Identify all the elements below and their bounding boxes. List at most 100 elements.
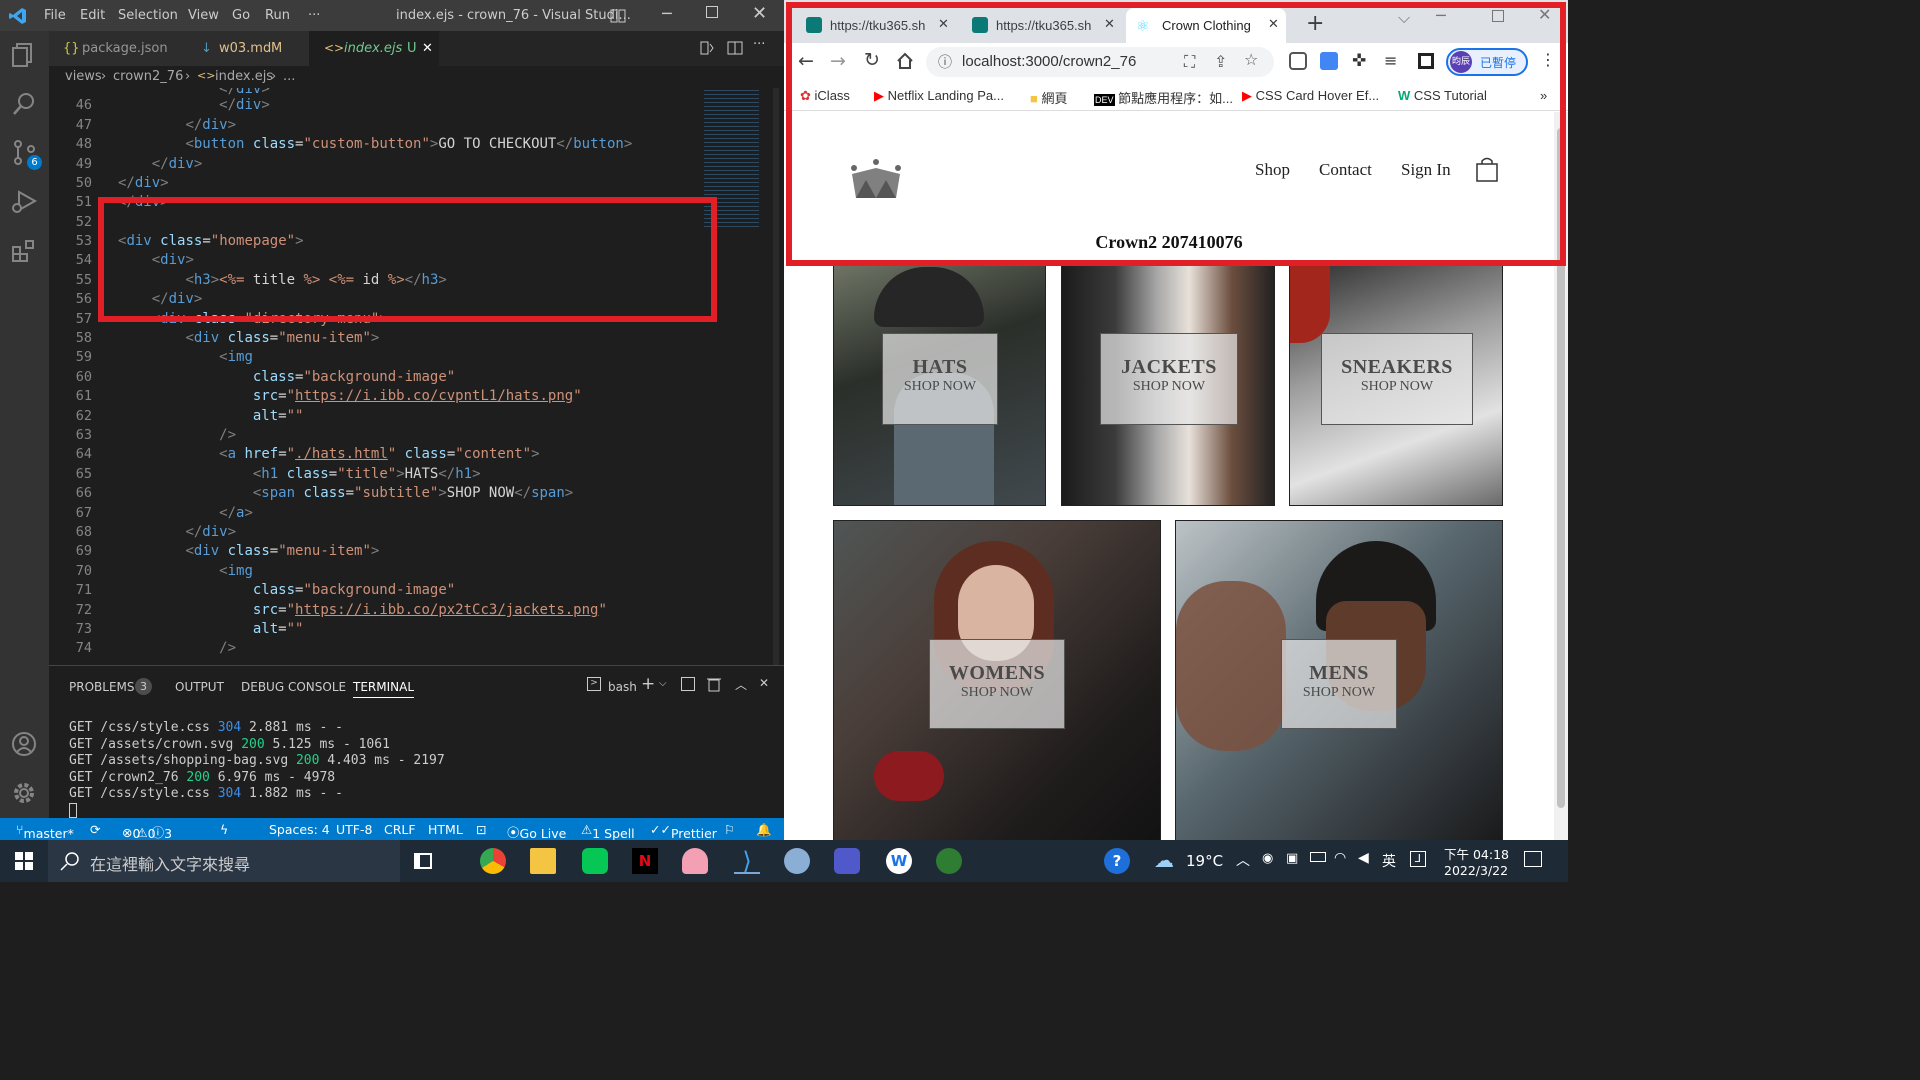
tab-terminal[interactable]: TERMINAL — [353, 680, 415, 698]
explorer-icon[interactable] — [11, 41, 38, 68]
menu-run[interactable]: Run — [265, 8, 290, 23]
clock-time[interactable]: 下午 04:18 — [1444, 844, 1509, 863]
category-tile-hats[interactable]: HATS SHOP NOW — [833, 262, 1046, 506]
notification-center-icon[interactable] — [1524, 851, 1542, 867]
prettier-status[interactable]: ✓✓ Prettier — [650, 822, 717, 841]
menu-selection[interactable]: Selection — [118, 8, 178, 23]
tab-output[interactable]: OUTPUT — [175, 680, 224, 694]
tab-w03-md[interactable]: ↓ w03.md M — [189, 31, 309, 66]
menu-file[interactable]: File — [44, 8, 66, 23]
maximize-panel-icon[interactable]: ︿ — [735, 676, 747, 693]
netflix-icon[interactable]: N — [632, 848, 658, 874]
tab-package-json[interactable]: {} package.json — [49, 31, 189, 66]
ime-mode-icon[interactable]: ⅃ — [1410, 851, 1426, 867]
eol-status[interactable]: CRLF — [384, 822, 416, 837]
tray-icon[interactable]: ▣ — [1286, 851, 1298, 866]
wifi-icon[interactable]: ◠ — [1334, 850, 1346, 866]
settings-gear-icon[interactable] — [11, 780, 38, 807]
close-window-icon[interactable]: ✕ — [752, 3, 767, 24]
trash-icon[interactable] — [707, 676, 721, 692]
menu-more[interactable]: ··· — [308, 8, 320, 23]
menu-edit[interactable]: Edit — [80, 8, 105, 23]
tray-icon[interactable]: ◉ — [1262, 851, 1273, 866]
chevron-down-icon[interactable]: ⌵ — [659, 678, 667, 689]
line-app-icon[interactable] — [582, 848, 608, 874]
category-tile-womens[interactable]: WOMENS SHOP NOW — [833, 520, 1161, 840]
app-icon[interactable] — [784, 848, 810, 874]
indent-status[interactable]: Spaces: 4 — [269, 822, 330, 837]
breadcrumb-file[interactable]: index.ejs — [215, 69, 273, 84]
go-live-button[interactable]: ⦿ Go Live — [507, 822, 566, 841]
windows-start-icon[interactable] — [15, 852, 33, 870]
vscode-taskbar-icon[interactable]: ⟩ — [734, 848, 760, 874]
split-editor-icon[interactable] — [727, 40, 743, 56]
editor-scrollbar[interactable] — [773, 88, 779, 665]
close-panel-icon[interactable]: ✕ — [759, 676, 769, 690]
app-icon[interactable] — [936, 848, 962, 874]
accounts-icon[interactable]: ⚐ — [724, 822, 735, 837]
new-terminal-icon[interactable]: + — [641, 674, 655, 694]
clock-date[interactable]: 2022/3/22 — [1444, 863, 1508, 878]
breadcrumb-symbol[interactable]: ... — [283, 69, 295, 84]
tab-problems[interactable]: PROBLEMS — [69, 680, 135, 694]
tile-content[interactable]: MENS SHOP NOW — [1281, 639, 1397, 729]
feedback-icon[interactable]: ⊡ — [476, 822, 486, 837]
task-view-icon[interactable] — [414, 853, 432, 869]
taskbar-search[interactable]: 在這裡輸入文字來搜尋 — [48, 840, 400, 882]
close-tab-icon[interactable]: ✕ — [422, 41, 433, 56]
encoding-status[interactable]: UTF-8 — [336, 822, 372, 837]
help-icon[interactable]: ? — [1104, 848, 1130, 874]
notifications-icon[interactable]: 🔔 — [756, 822, 772, 838]
app-icon[interactable] — [682, 848, 708, 874]
run-debug-icon[interactable] — [11, 188, 38, 215]
line-number: 67 — [75, 505, 92, 521]
account-icon[interactable] — [11, 731, 38, 758]
code-editor[interactable]: 46 47 48 49 50 51 52 53 54 55 56 57 58 59 60 61 62 63 64 65… — [49, 88, 784, 665]
app-icon[interactable]: W — [886, 848, 912, 874]
chevron-up-icon[interactable]: ︿ — [1236, 850, 1250, 870]
file-explorer-icon[interactable] — [530, 848, 556, 874]
weather-cloud-icon[interactable]: ☁ — [1154, 848, 1174, 872]
tile-content[interactable]: WOMENS SHOP NOW — [929, 639, 1065, 729]
split-terminal-icon[interactable] — [681, 677, 695, 691]
tile-content[interactable]: JACKETS SHOP NOW — [1100, 333, 1238, 425]
language-status[interactable]: HTML — [428, 822, 463, 837]
category-tile-mens[interactable]: MENS SHOP NOW — [1175, 520, 1503, 840]
breadcrumb-views[interactable]: views — [65, 69, 102, 84]
menu-go[interactable]: Go — [232, 8, 250, 23]
line-number: 47 — [75, 117, 92, 133]
category-tile-jackets[interactable]: JACKETS SHOP NOW — [1061, 262, 1275, 506]
chrome-icon[interactable] — [480, 848, 506, 874]
search-icon[interactable] — [11, 90, 38, 117]
sync-icon[interactable]: ⟳ — [90, 822, 100, 837]
compare-icon[interactable] — [699, 40, 715, 56]
tab-debug-console[interactable]: DEBUG CONSOLE — [241, 680, 346, 694]
more-actions-icon[interactable]: ··· — [753, 37, 765, 52]
branch-status[interactable]: ⑂ master* — [16, 822, 74, 841]
line-number: 56 — [75, 291, 92, 307]
layout-icon[interactable] — [610, 8, 626, 24]
tile-content[interactable]: HATS SHOP NOW — [882, 333, 998, 425]
maximize-icon[interactable] — [706, 6, 718, 18]
terminal-output[interactable]: GET /css/style.css 304 2.881 ms - - GET … — [69, 720, 445, 818]
speaker-icon[interactable]: ◀ — [1358, 850, 1369, 866]
teams-icon[interactable] — [834, 848, 860, 874]
temperature[interactable]: 19°C — [1186, 852, 1223, 870]
problems-status[interactable]: ⊗ 0 ⚠ 0 ⓘ 3 — [122, 822, 172, 841]
tile-content[interactable]: SNEAKERS SHOP NOW — [1321, 333, 1473, 425]
menu-view[interactable]: View — [188, 8, 219, 23]
category-tile-sneakers[interactable]: SNEAKERS SHOP NOW — [1289, 262, 1503, 506]
ime-indicator[interactable]: 英 — [1382, 851, 1396, 871]
code-line: </div> — [219, 97, 270, 113]
code-line: <span class="subtitle">SHOP NOW</span> — [252, 485, 574, 501]
minimize-icon[interactable]: ─ — [662, 4, 672, 23]
shell-name[interactable]: bash — [608, 680, 637, 694]
code-line: <img — [219, 563, 253, 579]
battery-icon[interactable] — [1310, 852, 1326, 862]
code-line: alt="" — [252, 621, 304, 637]
lightning-icon[interactable]: ϟ — [220, 822, 228, 837]
breadcrumb-folder[interactable]: crown2_76 — [113, 69, 183, 84]
spell-status[interactable]: ⚠ 1 Spell — [581, 822, 635, 841]
extensions-icon[interactable] — [11, 237, 38, 264]
tab-index-ejs[interactable]: <> index.ejs U ✕ — [309, 31, 439, 66]
